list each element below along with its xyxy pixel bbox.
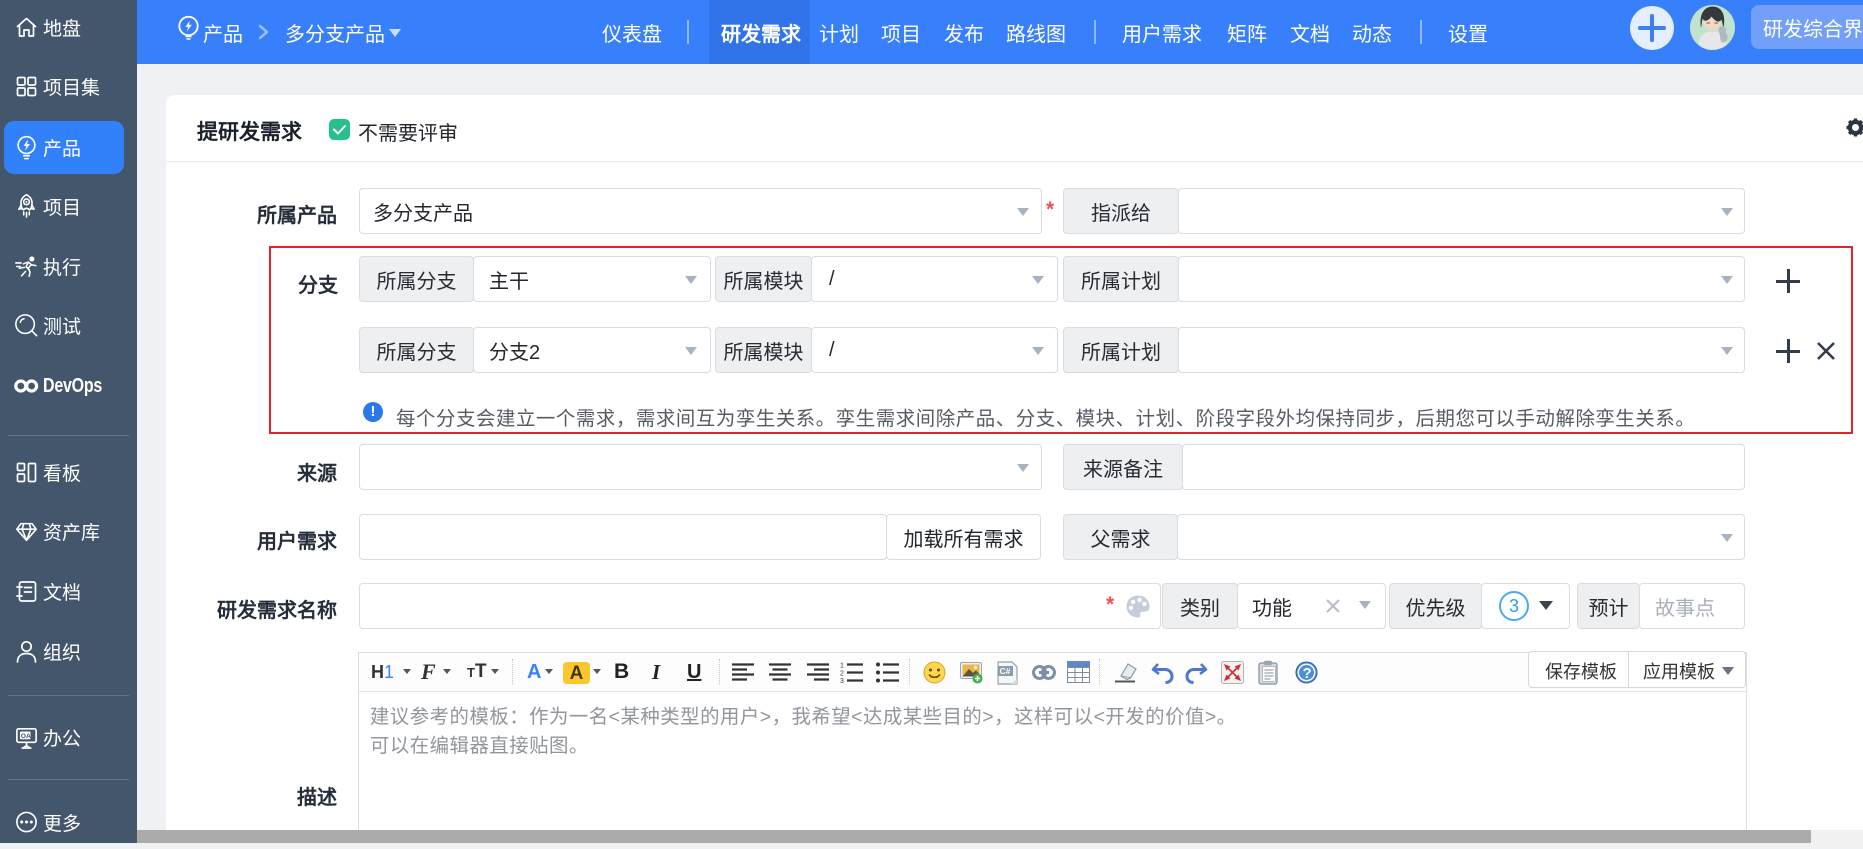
- svg-text:3: 3: [840, 678, 844, 683]
- svg-text:2: 2: [840, 671, 844, 678]
- svg-text:1: 1: [840, 663, 844, 670]
- svg-text:OA: OA: [21, 732, 31, 739]
- svg-text:?: ?: [1303, 665, 1312, 682]
- svg-text:C#: C#: [1000, 666, 1011, 676]
